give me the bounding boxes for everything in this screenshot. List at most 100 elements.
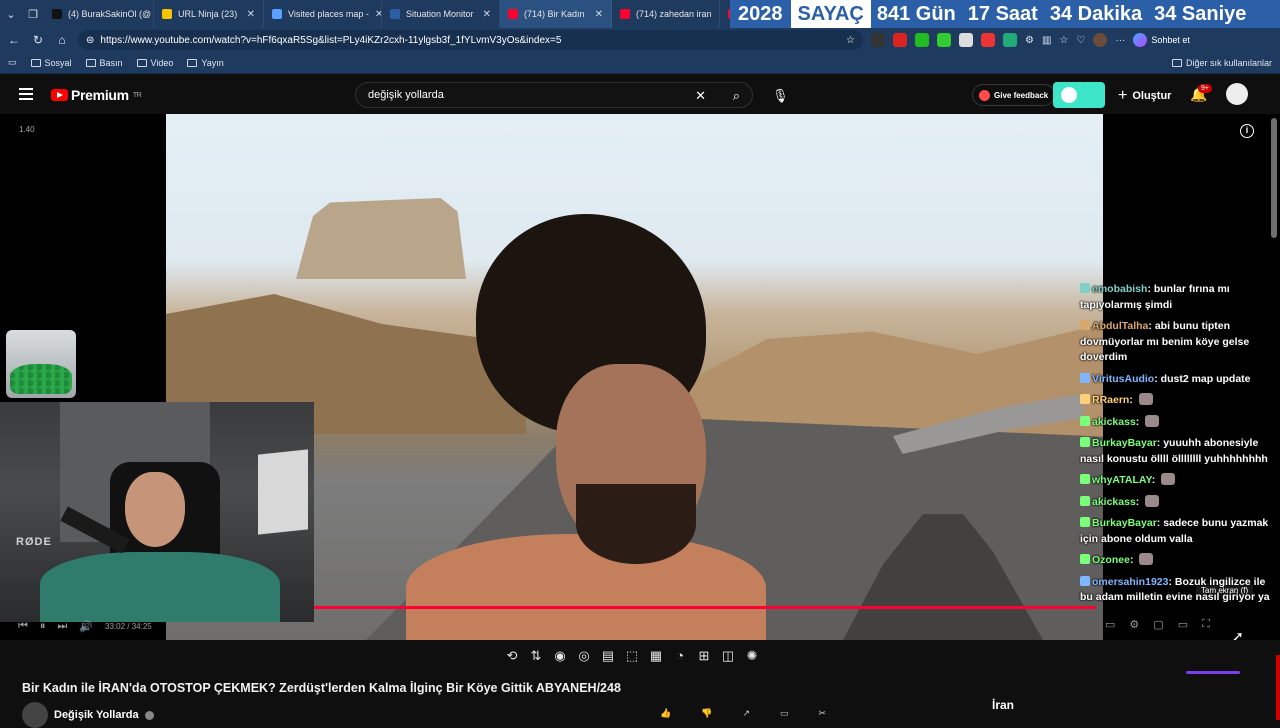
sort-icon[interactable]: ⇅ <box>529 648 543 666</box>
workspaces-icon[interactable]: ❐ <box>22 0 44 28</box>
extension-settings-icon[interactable]: ✺ <box>745 648 759 666</box>
next-icon[interactable]: ⏭ <box>57 620 67 633</box>
page-scrollbar[interactable] <box>1270 114 1278 714</box>
extension-icon[interactable] <box>959 33 973 47</box>
youtube-play-icon <box>51 89 68 101</box>
dislike-icon[interactable]: 👎 <box>701 708 712 719</box>
favorite-star-icon[interactable]: ☆ <box>846 35 855 46</box>
refresh-icon[interactable]: ↻ <box>30 33 46 47</box>
audio-mode-icon[interactable]: ◉ <box>553 648 567 666</box>
tab-label: (4) BurakSakinOl (@ <box>68 9 152 19</box>
microphone-icon[interactable]: 🎙 <box>772 88 789 104</box>
chat-badge-icon <box>1080 283 1090 293</box>
browser-tab[interactable]: Situation Monitor ✕ <box>382 0 500 28</box>
copilot-icon <box>1133 33 1148 47</box>
channel-avatar[interactable] <box>22 702 48 728</box>
subtitles-icon[interactable]: ▭ <box>1105 618 1115 631</box>
save-icon[interactable]: ▭ <box>780 708 789 719</box>
more-menu-icon[interactable]: ··· <box>1115 35 1125 46</box>
bookmark-folder[interactable]: Sosyal <box>30 58 72 68</box>
hide-video-icon[interactable]: ◎ <box>577 648 591 666</box>
miniplayer-icon[interactable]: ▢ <box>1153 618 1163 631</box>
search-icon[interactable]: ⌕ <box>733 88 740 104</box>
extension-icon[interactable] <box>871 33 885 47</box>
favorites-icon[interactable]: ☆ <box>1059 35 1068 46</box>
extension-icon[interactable] <box>937 33 951 47</box>
extension-toggle[interactable] <box>1053 82 1105 108</box>
popup-icon[interactable]: ▦ <box>649 648 663 666</box>
previous-icon[interactable]: ⏮ <box>18 620 28 633</box>
like-icon[interactable]: 👍 <box>660 708 671 719</box>
clear-search-icon[interactable]: ✕ <box>695 88 706 104</box>
browser-tab[interactable]: (4) BurakSakinOl (@✕ <box>44 0 154 28</box>
extensions-puzzle-icon[interactable]: ⚙ <box>1025 35 1034 46</box>
info-icon[interactable]: i <box>1240 124 1254 138</box>
screenshot-icon[interactable]: ◫ <box>721 648 735 666</box>
chat-message: BurkayBayar: yuuuhh abonesiyle nasıl kon… <box>1080 436 1276 467</box>
speed-icon[interactable]: ◔ <box>673 648 687 666</box>
video-player[interactable]: 1.40 i RØDE ⏮ ⏸ ⏭ 🔊 33:02 / 34:25 ▭ ⚙ ▢ … <box>0 114 1280 640</box>
volume-icon[interactable]: 🔊 <box>79 620 93 633</box>
give-feedback-button[interactable]: Give feedback <box>972 84 1056 106</box>
create-button[interactable]: + Oluştur <box>1118 87 1171 105</box>
player-extension-toolbar: ⟲ ⇅ ◉ ◎ ▤ ⬚ ▦ ◔ ⊞ ◫ ✺ <box>505 648 759 666</box>
profile-avatar[interactable] <box>1093 33 1108 47</box>
tab-list-chevron-icon[interactable]: ⌄ <box>0 0 22 28</box>
video-progress-bar[interactable] <box>314 606 1096 609</box>
extension-icon[interactable] <box>915 33 929 47</box>
extension-icon[interactable] <box>893 33 907 47</box>
other-bookmarks[interactable]: Diğer sık kullanılanlar <box>1171 58 1272 68</box>
feedback-label: Give feedback <box>994 90 1049 100</box>
youtube-logo[interactable]: Premium TR <box>51 87 142 103</box>
share-icon[interactable]: ↗ <box>742 708 750 719</box>
chat-username: BurkayBayar <box>1092 437 1157 449</box>
menu-icon[interactable] <box>19 88 33 100</box>
chat-message: whyATALAY: <box>1080 473 1276 489</box>
browser-tab[interactable]: (714) zahedan iran✕ <box>612 0 720 28</box>
home-icon[interactable]: ⌂ <box>54 33 70 47</box>
person-beard <box>576 484 696 564</box>
search-input[interactable]: değişik yollarda ✕ ⌕ <box>355 82 753 108</box>
streamer-webcam-overlay: RØDE <box>0 402 314 622</box>
clip-icon[interactable]: ✂ <box>819 708 827 719</box>
tab-favicon-icon <box>620 9 630 19</box>
chat-username: akickass <box>1092 495 1136 508</box>
close-tab-icon[interactable]: ✕ <box>375 9 381 20</box>
split-screen-icon[interactable]: ▥ <box>1042 35 1051 46</box>
loop-icon[interactable]: ⟲ <box>505 648 519 666</box>
tab-favicon-icon <box>162 9 172 19</box>
copilot-chat-button[interactable]: Sohbet et <box>1133 33 1190 47</box>
chat-badge-icon <box>1080 372 1090 383</box>
browser-tab[interactable]: Visited places map - ✕ <box>264 0 382 28</box>
reading-list-icon[interactable]: ▭ <box>8 57 17 68</box>
browser-tab[interactable]: URL Ninja (23) ✕ <box>154 0 264 28</box>
channel-name[interactable]: Değişik Yollarda <box>54 709 139 721</box>
bookmark-folder[interactable]: Basın <box>85 58 123 68</box>
extension-icon[interactable] <box>1003 33 1017 47</box>
theater-icon[interactable]: ▭ <box>1178 618 1188 631</box>
pause-icon[interactable]: ⏸ <box>40 620 46 633</box>
close-tab-icon[interactable]: ✕ <box>247 9 255 20</box>
scrollbar-thumb[interactable] <box>1271 118 1277 238</box>
collections-icon[interactable]: ♡ <box>1076 35 1085 46</box>
bookmark-folder[interactable]: Yayın <box>187 58 224 68</box>
browser-tab[interactable]: (714) Bir Kadın ✕ <box>500 0 612 28</box>
plus-icon: + <box>1118 87 1128 104</box>
add-icon[interactable]: ⊞ <box>697 648 711 666</box>
site-info-icon[interactable]: ⊜ <box>86 35 94 46</box>
tab-label: Visited places map - <box>288 9 369 19</box>
expand-icon[interactable]: ⬚ <box>625 648 639 666</box>
fullscreen-icon[interactable]: ⛶ <box>1202 618 1210 631</box>
settings-icon[interactable]: ⚙ <box>1129 618 1139 631</box>
related-chip[interactable]: İran <box>980 688 1160 716</box>
cinema-icon[interactable]: ▤ <box>601 648 615 666</box>
close-tab-icon[interactable]: ✕ <box>595 9 603 20</box>
extension-icon[interactable] <box>981 33 995 47</box>
back-icon[interactable]: ← <box>6 33 22 47</box>
close-tab-icon[interactable]: ✕ <box>483 9 491 20</box>
chat-username: ViritusAudio <box>1092 372 1155 385</box>
bookmark-folder[interactable]: Video <box>136 58 173 68</box>
tab-favicon-icon <box>390 9 400 19</box>
account-avatar[interactable] <box>1226 83 1248 105</box>
url-field[interactable]: ⊜ https://www.youtube.com/watch?v=hFf6qx… <box>78 30 863 50</box>
